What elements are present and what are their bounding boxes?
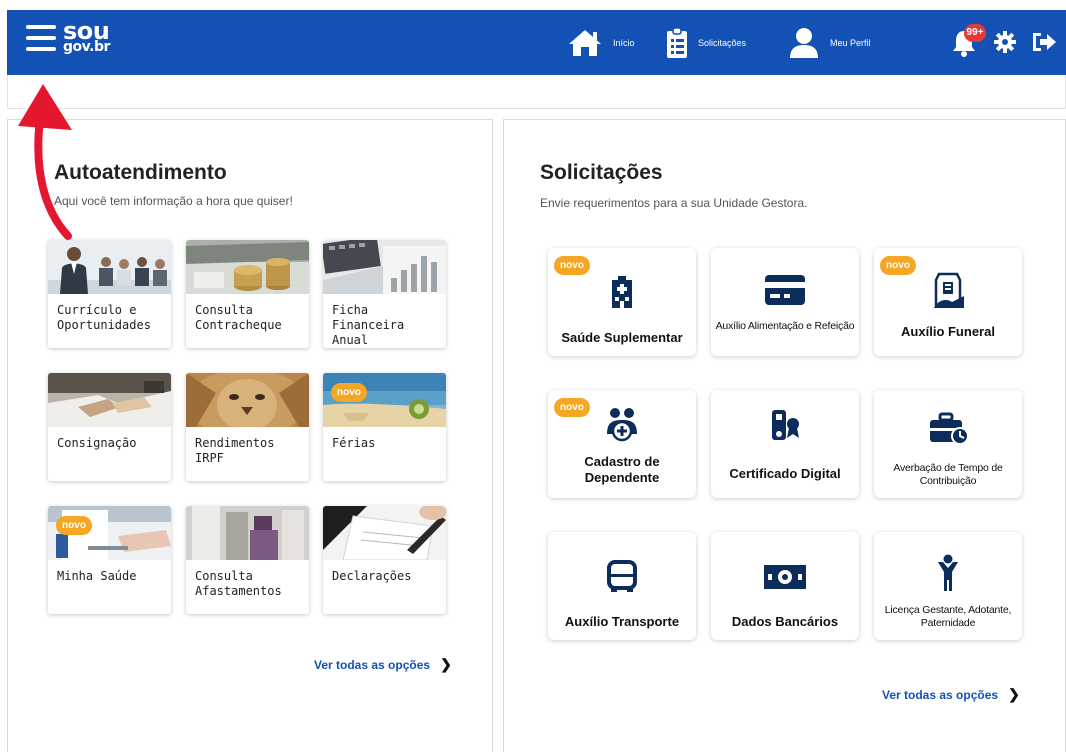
card-image-signing [323,506,446,560]
panel-title: Solicitações [540,161,663,184]
card-label: Saúde Suplementar [561,330,683,345]
see-all-autoatendimento-link[interactable]: Ver todas as opções ❯ [314,656,452,673]
novo-badge: novo [554,398,590,417]
novo-badge: novo [56,516,92,535]
panel-title: Autoatendimento [54,161,227,184]
panel-subtitle: Aqui você tem informação a hora que quis… [54,194,293,208]
menu-icon[interactable] [26,25,56,51]
card-curriculo[interactable]: Currículo e Oportunidades [48,240,171,348]
card-auxilio-funeral[interactable]: novo Auxílio Funeral [874,248,1022,356]
card-auxilio-alimentacao[interactable]: Auxílio Alimentação e Refeição [711,248,859,356]
see-all-label: Ver todas as opções [314,657,431,672]
card-label: Consulta Contracheque [195,303,282,332]
logo-line-2: gov.br [63,39,110,55]
card-ficha-financeira[interactable]: Ficha Financeira Anual [323,240,446,348]
card-ferias[interactable]: novo Férias [323,373,446,481]
card-dados-bancarios[interactable]: Dados Bancários [711,532,859,640]
card-cadastro-dependente[interactable]: novo Cadastro de Dependente [548,390,696,498]
nav-meu-perfil[interactable]: Meu Perfil [788,26,871,60]
card-certificado-digital[interactable]: Certificado Digital [711,390,859,498]
sub-header-bar [7,75,1066,109]
card-averbacao[interactable]: Averbação de Tempo de Contribuição [874,390,1022,498]
card-label: Dados Bancários [731,614,839,629]
card-image-lion [186,373,309,427]
logout-icon[interactable] [1031,31,1057,58]
novo-badge: novo [554,256,590,275]
autoatendimento-panel: Autoatendimento Aqui você tem informação… [7,119,493,752]
gear-icon[interactable] [994,31,1016,58]
card-rendimentos[interactable]: Rendimentos IRPF [186,373,309,481]
bus-icon [607,560,637,592]
card-licenca[interactable]: Licença Gestante, Adotante, Paternidade [874,532,1022,640]
home-icon [569,30,601,56]
novo-badge: novo [880,256,916,275]
card-image-business-people [48,240,171,294]
card-declaracoes[interactable]: Declarações [323,506,446,614]
card-label: Certificado Digital [729,466,841,481]
notification-badge: 99+ [964,24,986,42]
card-label: Ficha Financeira Anual [332,303,405,347]
card-icon [765,275,805,305]
card-label: Rendimentos IRPF [195,436,275,465]
card-minha-saude[interactable]: novo Minha Saúde [48,506,171,614]
card-consignacao[interactable]: Consignação [48,373,171,481]
card-label: Currículo e Oportunidades [57,303,151,332]
card-afastamentos[interactable]: Consulta Afastamentos [186,506,309,614]
clipboard-icon [667,27,687,58]
chevron-right-icon: ❯ [1008,686,1020,702]
card-label: Averbação de Tempo de Contribuição [893,462,1003,487]
card-label: Auxílio Alimentação e Refeição [715,320,855,332]
dependents-icon [607,408,637,442]
card-image-calculator-chart [323,240,446,294]
nav-label: Início [613,38,635,48]
card-label: Cadastro de Dependente [584,454,660,485]
card-image-office [186,506,309,560]
card-auxilio-transporte[interactable]: Auxílio Transporte [548,532,696,640]
panel-subtitle: Envie requerimentos para a sua Unidade G… [540,196,808,210]
child-icon [938,554,958,591]
card-label: Auxílio Funeral [901,324,995,339]
card-label: Consignação [57,436,137,450]
card-label: Férias [332,436,376,450]
sougov-logo[interactable]: sou gov.br [63,19,110,54]
see-all-label: Ver todas as opções [882,687,999,702]
hospital-icon [612,276,632,308]
card-saude-suplementar[interactable]: novo Saúde Suplementar [548,248,696,356]
card-image-coins-keyboard [186,240,309,294]
top-header: sou gov.br Início Solicitações Meu Perfi… [7,10,1066,75]
card-label: Auxílio Transporte [564,614,680,629]
nav-label: Solicitações [698,38,747,48]
briefcase-clock-icon [930,412,968,445]
solicitacoes-panel: Solicitações Envie requerimentos para a … [503,119,1066,752]
chevron-right-icon: ❯ [440,656,452,672]
card-label: Consulta Afastamentos [195,569,282,598]
user-icon [790,28,818,58]
card-label: Licença Gestante, Adotante, Paternidade [884,604,1012,629]
nav-solicitacoes[interactable]: Solicitações [666,26,746,60]
card-label: Declarações [332,569,412,583]
card-contracheque[interactable]: Consulta Contracheque [186,240,309,348]
card-label: Minha Saúde [57,569,137,583]
nav-inicio[interactable]: Início [567,26,635,60]
money-icon [764,565,806,589]
novo-badge: novo [331,383,367,402]
certificate-icon [772,410,799,440]
nav-label: Meu Perfil [830,38,871,48]
card-image-handshake [48,373,171,427]
funeral-icon [934,272,964,308]
see-all-solicitacoes-link[interactable]: Ver todas as opções ❯ [882,686,1020,703]
page: sou gov.br Início Solicitações Meu Perfi… [0,0,1066,752]
